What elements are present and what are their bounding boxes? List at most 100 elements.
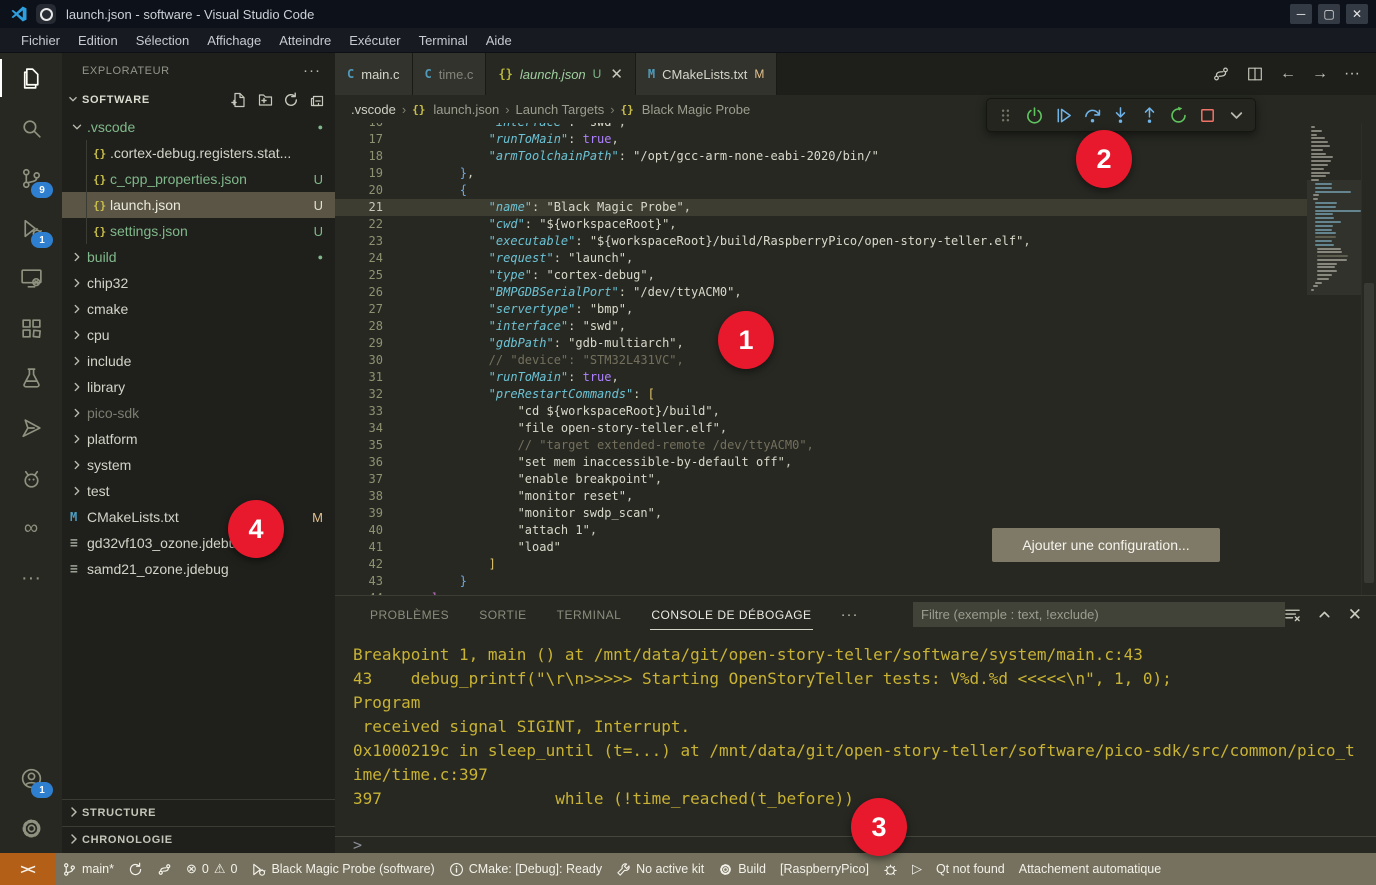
step-out-icon[interactable] <box>1138 103 1162 127</box>
maximize-button[interactable]: ▢ <box>1318 4 1340 24</box>
split-editor-icon[interactable] <box>1246 65 1264 83</box>
new-folder-icon[interactable] <box>257 92 273 108</box>
tab-launch-json[interactable]: {}launch.jsonU✕ <box>486 53 635 95</box>
tab-main-c[interactable]: Cmain.c <box>335 53 413 95</box>
panel-tab-1[interactable]: SORTIE <box>478 599 527 630</box>
tab-cmakelists-txt[interactable]: MCMakeLists.txtM <box>636 53 777 95</box>
status-debug-launch[interactable]: Black Magic Probe (software) <box>244 862 441 877</box>
collapse-panel-icon[interactable] <box>1316 606 1333 623</box>
status-compare-changes[interactable] <box>150 862 179 877</box>
editor-scrollbar[interactable] <box>1361 123 1376 595</box>
activity-test-beaker-icon[interactable] <box>0 353 62 403</box>
activity-remote-explorer-icon[interactable] <box>0 253 62 303</box>
activity-more-icon[interactable]: ··· <box>0 553 62 603</box>
tree-item--cortex-debug-registers-stat-[interactable]: {}.cortex-debug.registers.stat... <box>62 140 335 166</box>
status-cmake-target[interactable]: [RaspberryPico] <box>773 862 876 876</box>
activity-extensions-icon[interactable] <box>0 303 62 353</box>
menu-item-3[interactable]: Affichage <box>198 33 270 48</box>
tree-item-test[interactable]: test <box>62 478 335 504</box>
status-cmake-kit[interactable]: No active kit <box>609 862 711 877</box>
step-into-icon[interactable] <box>1109 103 1133 127</box>
tree-item-system[interactable]: system <box>62 452 335 478</box>
activity-bug-face-icon[interactable] <box>0 453 62 503</box>
menu-item-1[interactable]: Edition <box>69 33 127 48</box>
status-cmake-status[interactable]: CMake: [Debug]: Ready <box>442 862 609 877</box>
step-over-icon[interactable] <box>1080 103 1104 127</box>
panel-tab-3[interactable]: CONSOLE DE DÉBOGAGE <box>650 599 812 630</box>
activity-settings-gear-icon[interactable] <box>0 803 62 853</box>
scrollbar-slider[interactable] <box>1364 283 1374 583</box>
continue-icon[interactable] <box>1051 103 1075 127</box>
tree-item-platform[interactable]: platform <box>62 426 335 452</box>
menu-item-2[interactable]: Sélection <box>127 33 198 48</box>
tab-time-c[interactable]: Ctime.c <box>413 53 487 95</box>
activity-flag-extension-icon[interactable] <box>0 403 62 453</box>
new-file-icon[interactable] <box>231 92 247 108</box>
menu-item-5[interactable]: Exécuter <box>340 33 409 48</box>
add-configuration-button[interactable]: Ajouter une configuration... <box>992 528 1220 562</box>
close-panel-icon[interactable]: ✕ <box>1348 605 1362 625</box>
status-cmake-build[interactable]: Build <box>711 862 773 877</box>
close-button[interactable]: ✕ <box>1346 4 1368 24</box>
status-auto-attach[interactable]: Attachement automatique <box>1012 862 1168 876</box>
code-scroll-area[interactable]: 16"interface": "swd",17"runToMain": true… <box>335 123 1307 595</box>
activity-files-icon[interactable] <box>0 53 62 103</box>
status-remote-indicator[interactable]: >< <box>0 853 55 885</box>
power-icon[interactable] <box>1022 103 1046 127</box>
refresh-explorer-icon[interactable] <box>283 92 299 108</box>
tree-item-chip32[interactable]: chip32 <box>62 270 335 296</box>
minimize-button[interactable]: ─ <box>1290 4 1312 24</box>
tree-item-cmakelists-txt[interactable]: MCMakeLists.txtM <box>62 504 335 530</box>
activity-run-debug-icon[interactable]: 1 <box>0 203 62 253</box>
more-actions-icon[interactable]: ··· <box>1344 65 1360 83</box>
breadcrumb-item[interactable]: .vscode <box>351 102 396 117</box>
folder-section-header[interactable]: SOFTWARE <box>62 88 335 112</box>
tree-item-cmake[interactable]: cmake <box>62 296 335 322</box>
collapse-folders-icon[interactable] <box>309 92 325 108</box>
menu-item-4[interactable]: Atteindre <box>270 33 340 48</box>
console-filter-input[interactable] <box>913 602 1285 627</box>
status-git-branch[interactable]: main* <box>55 862 121 877</box>
breadcrumb-item[interactable]: Launch Targets <box>516 102 605 117</box>
clear-console-icon[interactable] <box>1284 606 1301 623</box>
chevron-down-icon[interactable] <box>1224 103 1248 127</box>
tree-item-launch-json[interactable]: {}launch.jsonU <box>62 192 335 218</box>
tree-item-pico-sdk[interactable]: pico-sdk <box>62 400 335 426</box>
open-changes-icon[interactable] <box>1212 65 1230 83</box>
tree-item-library[interactable]: library <box>62 374 335 400</box>
menu-item-0[interactable]: Fichier <box>12 33 69 48</box>
activity-infinity-icon[interactable]: ∞ <box>0 503 62 553</box>
breadcrumb-item[interactable]: launch.json <box>433 102 499 117</box>
activity-account-icon[interactable]: 1 <box>0 753 62 803</box>
menu-item-7[interactable]: Aide <box>477 33 521 48</box>
status-sync[interactable] <box>121 862 150 877</box>
activity-search-icon[interactable] <box>0 103 62 153</box>
tree-item-cpu[interactable]: cpu <box>62 322 335 348</box>
navigate-back-icon[interactable]: ← <box>1280 65 1296 83</box>
menu-item-6[interactable]: Terminal <box>410 33 477 48</box>
tree-item--vscode[interactable]: .vscode● <box>62 114 335 140</box>
tree-item-build[interactable]: build● <box>62 244 335 270</box>
sidebar-section-structure[interactable]: STRUCTURE <box>62 799 335 826</box>
tree-item-settings-json[interactable]: {}settings.jsonU <box>62 218 335 244</box>
tree-item-c-cpp-properties-json[interactable]: {}c_cpp_properties.jsonU <box>62 166 335 192</box>
status-run-target[interactable]: ▷ <box>905 861 929 877</box>
tree-item-samd21-ozone-jdebug[interactable]: ≡samd21_ozone.jdebug <box>62 556 335 582</box>
navigate-forward-icon[interactable]: → <box>1312 65 1328 83</box>
tree-item-gd32vf103-ozone-jdebug[interactable]: ≡gd32vf103_ozone.jdebug <box>62 530 335 556</box>
restart-icon[interactable] <box>1167 103 1191 127</box>
status-debug-target[interactable] <box>876 862 905 877</box>
sidebar-more-icon[interactable]: ··· <box>303 62 321 79</box>
tree-item-include[interactable]: include <box>62 348 335 374</box>
panel-tab-0[interactable]: PROBLÈMES <box>369 599 450 630</box>
activity-source-control-icon[interactable]: 9 <box>0 153 62 203</box>
sidebar-section-chronologie[interactable]: CHRONOLOGIE <box>62 826 335 853</box>
panel-more-icon[interactable]: ··· <box>841 606 859 623</box>
minimap[interactable] <box>1307 123 1361 595</box>
breadcrumb-item[interactable]: Black Magic Probe <box>642 102 750 117</box>
panel-tab-2[interactable]: TERMINAL <box>556 599 623 630</box>
grip-icon[interactable] <box>993 103 1017 127</box>
status-problems[interactable]: ⊗0⚠0 <box>179 861 244 877</box>
status-qt-status[interactable]: Qt not found <box>929 862 1012 876</box>
stop-icon[interactable] <box>1196 103 1220 127</box>
